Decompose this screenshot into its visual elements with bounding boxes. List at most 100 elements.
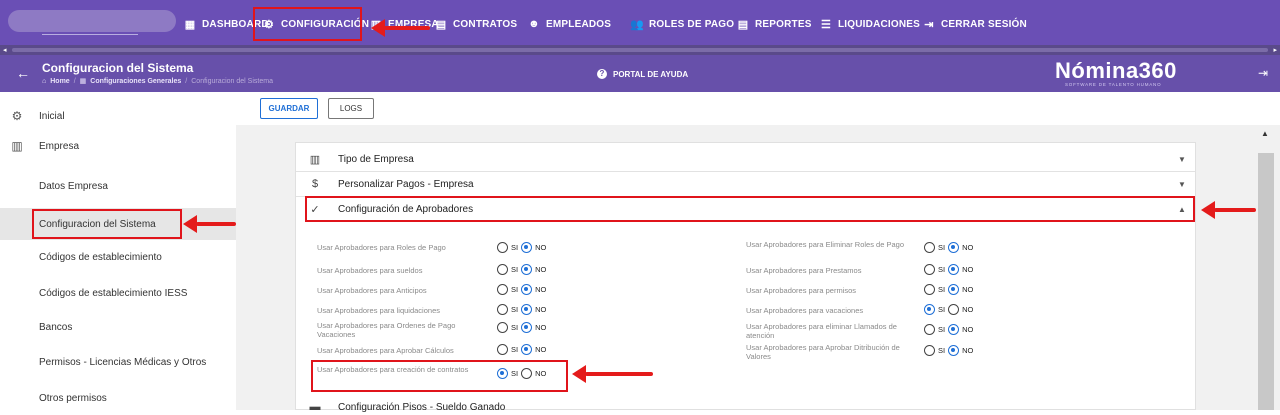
chevron-down-icon: ▼ xyxy=(1178,179,1186,189)
help-portal-link[interactable]: ? PORTAL DE AYUDA xyxy=(597,69,688,79)
vertical-scrollbar[interactable]: ▲ xyxy=(1256,125,1280,410)
option-label: Usar Aprobadores para Anticipos xyxy=(317,286,427,295)
radio-si[interactable] xyxy=(497,304,508,315)
scroll-thumb[interactable] xyxy=(12,48,1268,52)
radio-no[interactable] xyxy=(521,284,533,295)
top-navbar: ▦ DASHBOARD ⚙ CONFIGURACIÓN ▥ EMPRESA ▤ … xyxy=(0,0,1280,45)
radio-si[interactable] xyxy=(924,242,935,253)
radio-si[interactable] xyxy=(924,304,935,315)
annotation-arrow-shaft xyxy=(384,26,430,30)
radio-si[interactable] xyxy=(924,264,935,275)
scroll-thumb[interactable] xyxy=(1258,153,1274,410)
radio-group: SI NO xyxy=(924,324,973,335)
page-header: ← Configuracion del Sistema ⌂ Home / ▦ C… xyxy=(0,55,1280,92)
radio-no[interactable] xyxy=(948,242,960,253)
radio-no[interactable] xyxy=(948,264,960,275)
breadcrumb-current: Configuracion del Sistema xyxy=(191,77,273,85)
horizontal-scrollbar[interactable]: ◂ ▸ xyxy=(0,45,1280,55)
radio-group: SI NO xyxy=(497,242,546,253)
nav-cerrar-sesion[interactable]: ⇥ CERRAR SESIÓN xyxy=(922,15,1027,33)
radio-si[interactable] xyxy=(497,242,508,253)
radio-no[interactable] xyxy=(521,344,533,355)
radio-group: SI NO xyxy=(497,304,546,315)
home-icon: ⌂ xyxy=(42,77,47,85)
logs-button[interactable]: LOGS xyxy=(328,98,374,119)
save-button[interactable]: GUARDAR xyxy=(260,98,318,119)
radio-no[interactable] xyxy=(521,304,533,315)
accordion-personalizar-pagos[interactable]: $ Personalizar Pagos - Empresa ▼ xyxy=(296,172,1195,196)
option-label: Usar Aprobadores para Aprobar Cálculos xyxy=(317,346,454,355)
logout-icon[interactable]: ⇥ xyxy=(1258,66,1268,80)
sidebar-item-codigos-establecimiento[interactable]: Códigos de establecimiento xyxy=(0,240,236,274)
radio-group: SI NO xyxy=(924,345,973,356)
logout-icon: ⇥ xyxy=(924,18,934,31)
scroll-left-icon[interactable]: ◂ xyxy=(3,46,7,54)
calendar-icon: ▬ xyxy=(309,401,321,413)
annotation-arrow-shaft xyxy=(585,372,653,376)
accordion-pisos-sueldo[interactable]: ▬ Configuración Pisos - Sueldo Ganado xyxy=(296,401,1195,413)
gear-icon: ⚙ xyxy=(11,109,23,123)
radio-no[interactable] xyxy=(948,304,960,315)
sidebar-item-empresa[interactable]: ▥ Empresa xyxy=(0,129,236,163)
radio-si[interactable] xyxy=(924,324,935,335)
radio-group: SI NO xyxy=(497,284,546,295)
nav-liquidaciones[interactable]: ☰ LIQUIDACIONES xyxy=(819,15,920,33)
option-label: Usar Aprobadores para Prestamos xyxy=(746,266,862,275)
radio-no[interactable] xyxy=(948,284,960,295)
annotation-arrow-head xyxy=(572,365,586,383)
radio-group: SI NO xyxy=(924,264,973,275)
highlight-box-aprobadores xyxy=(305,196,1195,222)
dollar-icon: $ xyxy=(311,178,319,190)
radio-group: SI NO xyxy=(924,284,973,295)
nav-contratos[interactable]: ▤ CONTRATOS xyxy=(434,15,517,33)
sidebar-item-datos-empresa[interactable]: Datos Empresa xyxy=(0,169,236,203)
radio-no[interactable] xyxy=(521,322,533,333)
toolbar: GUARDAR LOGS xyxy=(236,92,1266,125)
option-label: Usar Aprobadores para Eliminar Roles de … xyxy=(746,240,905,249)
company-selector[interactable] xyxy=(8,10,176,35)
page-title: Configuracion del Sistema xyxy=(42,61,194,75)
annotation-arrow-shaft xyxy=(196,222,236,226)
sidebar-item-permisos[interactable]: Permisos - Licencias Médicas y Otros xyxy=(0,345,236,379)
sidebar: ⚙ Inicial ▥ Empresa Datos Empresa Config… xyxy=(0,92,236,410)
option-label: Usar Aprobadores para vacaciones xyxy=(746,306,864,315)
sidebar-item-inicial[interactable]: ⚙ Inicial xyxy=(0,99,236,133)
option-label: Usar Aprobadores para Aprobar Ditribució… xyxy=(746,343,900,361)
accordion-tipo-empresa[interactable]: ▥ Tipo de Empresa ▼ xyxy=(296,147,1195,171)
radio-no[interactable] xyxy=(521,264,533,275)
breadcrumb-configuraciones[interactable]: Configuraciones Generales xyxy=(90,78,181,85)
nav-empleados[interactable]: ☻ EMPLEADOS xyxy=(527,15,611,33)
scroll-right-icon[interactable]: ▸ xyxy=(1273,46,1277,54)
option-label: Usar Aprobadores para permisos xyxy=(746,286,857,295)
option-label: Usar Aprobadores para Roles de Pago xyxy=(317,243,446,252)
radio-si[interactable] xyxy=(497,322,508,333)
radio-no[interactable] xyxy=(948,324,960,335)
breadcrumb-home[interactable]: Home xyxy=(50,78,69,85)
employee-icon: ☻ xyxy=(528,18,540,30)
radio-no[interactable] xyxy=(521,242,533,253)
list-icon: ☰ xyxy=(820,18,832,31)
option-label: Usar Aprobadores para liquidaciones xyxy=(317,306,440,315)
back-arrow-icon[interactable]: ← xyxy=(16,65,30,81)
building-icon: ▥ xyxy=(309,153,321,166)
help-icon: ? xyxy=(597,69,607,79)
radio-si[interactable] xyxy=(924,345,935,356)
radio-si[interactable] xyxy=(924,284,935,295)
radio-si[interactable] xyxy=(497,344,508,355)
radio-si[interactable] xyxy=(497,264,508,275)
highlight-box-sidebar xyxy=(32,209,182,239)
breadcrumb: ⌂ Home / ▦ Configuraciones Generales / C… xyxy=(42,77,273,86)
scroll-up-icon[interactable]: ▲ xyxy=(1261,129,1269,138)
annotation-arrow-head xyxy=(1201,201,1215,219)
brand-logo: Nómina360 xyxy=(1055,58,1177,83)
sidebar-item-bancos[interactable]: Bancos xyxy=(0,310,236,344)
nav-roles-de-pago[interactable]: 👥 ROLES DE PAGO xyxy=(630,15,734,33)
radio-group: SI NO xyxy=(497,322,546,333)
option-label: Usar Aprobadores para sueldos xyxy=(317,266,423,275)
nav-reportes[interactable]: ▤ REPORTES xyxy=(736,15,812,33)
radio-si[interactable] xyxy=(497,284,508,295)
sidebar-item-codigos-iess[interactable]: Códigos de establecimiento IESS xyxy=(0,276,236,310)
radio-no[interactable] xyxy=(948,345,960,356)
report-icon: ▤ xyxy=(737,18,749,31)
annotation-arrow-shaft xyxy=(1214,208,1256,212)
